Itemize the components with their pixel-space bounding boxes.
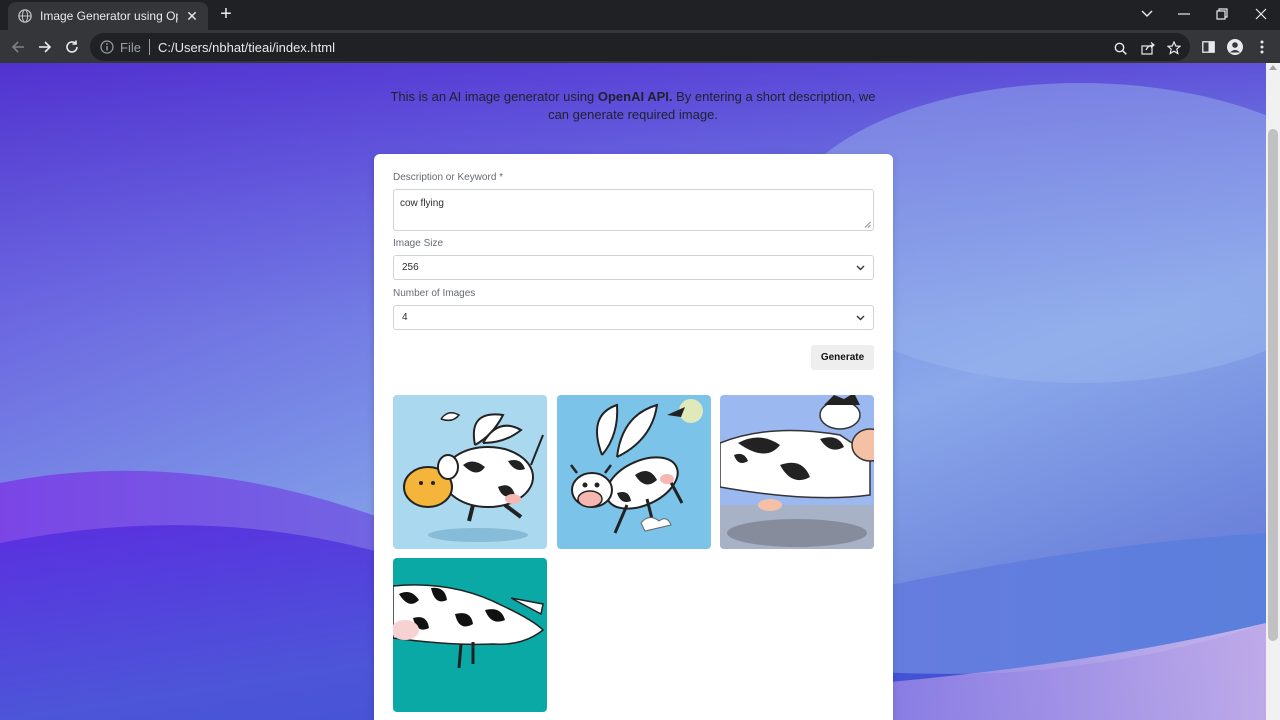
share-icon[interactable] <box>1140 40 1156 56</box>
address-divider <box>148 39 150 55</box>
info-icon[interactable] <box>100 40 114 54</box>
image-count-value: 4 <box>402 312 408 323</box>
result-image-2[interactable] <box>557 395 711 549</box>
close-window-icon[interactable] <box>1249 4 1273 24</box>
flying-cow-illustration <box>570 399 703 534</box>
address-scheme: File <box>120 39 141 55</box>
address-bar[interactable]: File C:/Users/nbhat/tieai/index.html <box>90 33 1190 61</box>
minimize-icon[interactable] <box>1172 4 1196 24</box>
flying-cow-illustration <box>720 395 874 549</box>
result-image-3[interactable] <box>720 395 874 549</box>
browser-toolbar: File C:/Users/nbhat/tieai/index.html <box>0 30 1280 63</box>
generator-card: Description or Keyword * cow flying Imag… <box>374 154 893 720</box>
image-size-select[interactable]: 256 <box>393 255 874 280</box>
forward-arrow-icon[interactable] <box>34 36 56 58</box>
kebab-menu-icon[interactable] <box>1251 36 1273 58</box>
description-label: Description or Keyword * <box>393 172 504 183</box>
resize-handle-icon[interactable] <box>864 221 871 228</box>
flying-cow-illustration <box>403 412 544 542</box>
tab-search-icon[interactable] <box>1135 4 1159 24</box>
chevron-down-icon <box>856 315 865 320</box>
side-panel-icon[interactable] <box>1197 36 1219 58</box>
profile-avatar-icon[interactable] <box>1224 36 1246 58</box>
back-arrow-icon[interactable] <box>7 36 29 58</box>
vertical-scrollbar[interactable] <box>1266 63 1280 720</box>
scroll-thumb[interactable] <box>1268 129 1278 641</box>
new-tab-icon[interactable]: + <box>216 4 236 24</box>
result-image-4[interactable] <box>393 558 547 712</box>
tab-title: Image Generator using OpenAI A <box>40 9 178 23</box>
intro-bold: OpenAI API. <box>597 89 673 104</box>
reload-icon[interactable] <box>61 36 83 58</box>
zoom-search-icon[interactable] <box>1112 40 1128 56</box>
result-image-1[interactable] <box>393 395 547 549</box>
tab-bar: Image Generator using OpenAI A ✕ + <box>0 0 1280 30</box>
generate-button[interactable]: Generate <box>811 345 874 370</box>
image-count-select[interactable]: 4 <box>393 305 874 330</box>
restore-icon[interactable] <box>1210 4 1234 24</box>
size-label: Image Size <box>393 238 444 249</box>
close-tab-icon[interactable]: ✕ <box>184 8 200 25</box>
description-textarea[interactable]: cow flying <box>393 189 874 231</box>
browser-tab[interactable]: Image Generator using OpenAI A ✕ <box>8 2 208 30</box>
description-value: cow flying <box>400 198 444 209</box>
scroll-up-arrow-icon[interactable] <box>1269 65 1277 70</box>
image-size-value: 256 <box>402 262 419 273</box>
intro-text: This is an AI image generator using Open… <box>380 88 886 124</box>
page-viewport: This is an AI image generator using Open… <box>0 63 1266 720</box>
chevron-down-icon <box>856 265 865 270</box>
address-url[interactable]: C:/Users/nbhat/tieai/index.html <box>158 40 335 55</box>
flying-cow-illustration <box>393 584 545 669</box>
bookmark-star-icon[interactable] <box>1166 40 1182 56</box>
globe-icon <box>18 9 32 23</box>
intro-prefix: This is an AI image generator using <box>390 89 598 104</box>
count-label: Number of Images <box>393 288 476 299</box>
